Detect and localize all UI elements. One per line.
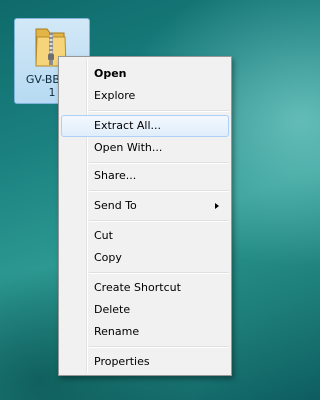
menu-separator (89, 162, 229, 164)
menu-item-extract-all[interactable]: Extract All... (61, 115, 229, 137)
menu-separator (89, 346, 229, 348)
menu-item-send-to[interactable]: Send To (61, 195, 229, 217)
context-menu: Open Explore Extract All... Open With...… (58, 56, 232, 376)
menu-separator (89, 190, 229, 192)
menu-item-open[interactable]: Open (61, 63, 229, 85)
menu-separator (89, 272, 229, 274)
menu-item-explore[interactable]: Explore (61, 85, 229, 107)
menu-item-rename[interactable]: Rename (61, 321, 229, 343)
menu-item-open-with[interactable]: Open With... (61, 137, 229, 159)
menu-item-delete[interactable]: Delete (61, 299, 229, 321)
menu-item-cut[interactable]: Cut (61, 225, 229, 247)
menu-item-share[interactable]: Share... (61, 165, 229, 187)
menu-separator (89, 110, 229, 112)
menu-item-create-shortcut[interactable]: Create Shortcut (61, 277, 229, 299)
menu-item-properties[interactable]: Properties (61, 351, 229, 373)
menu-item-send-to-label: Send To (94, 199, 137, 212)
menu-item-copy[interactable]: Copy (61, 247, 229, 269)
submenu-arrow-icon (215, 203, 219, 209)
menu-separator (89, 220, 229, 222)
